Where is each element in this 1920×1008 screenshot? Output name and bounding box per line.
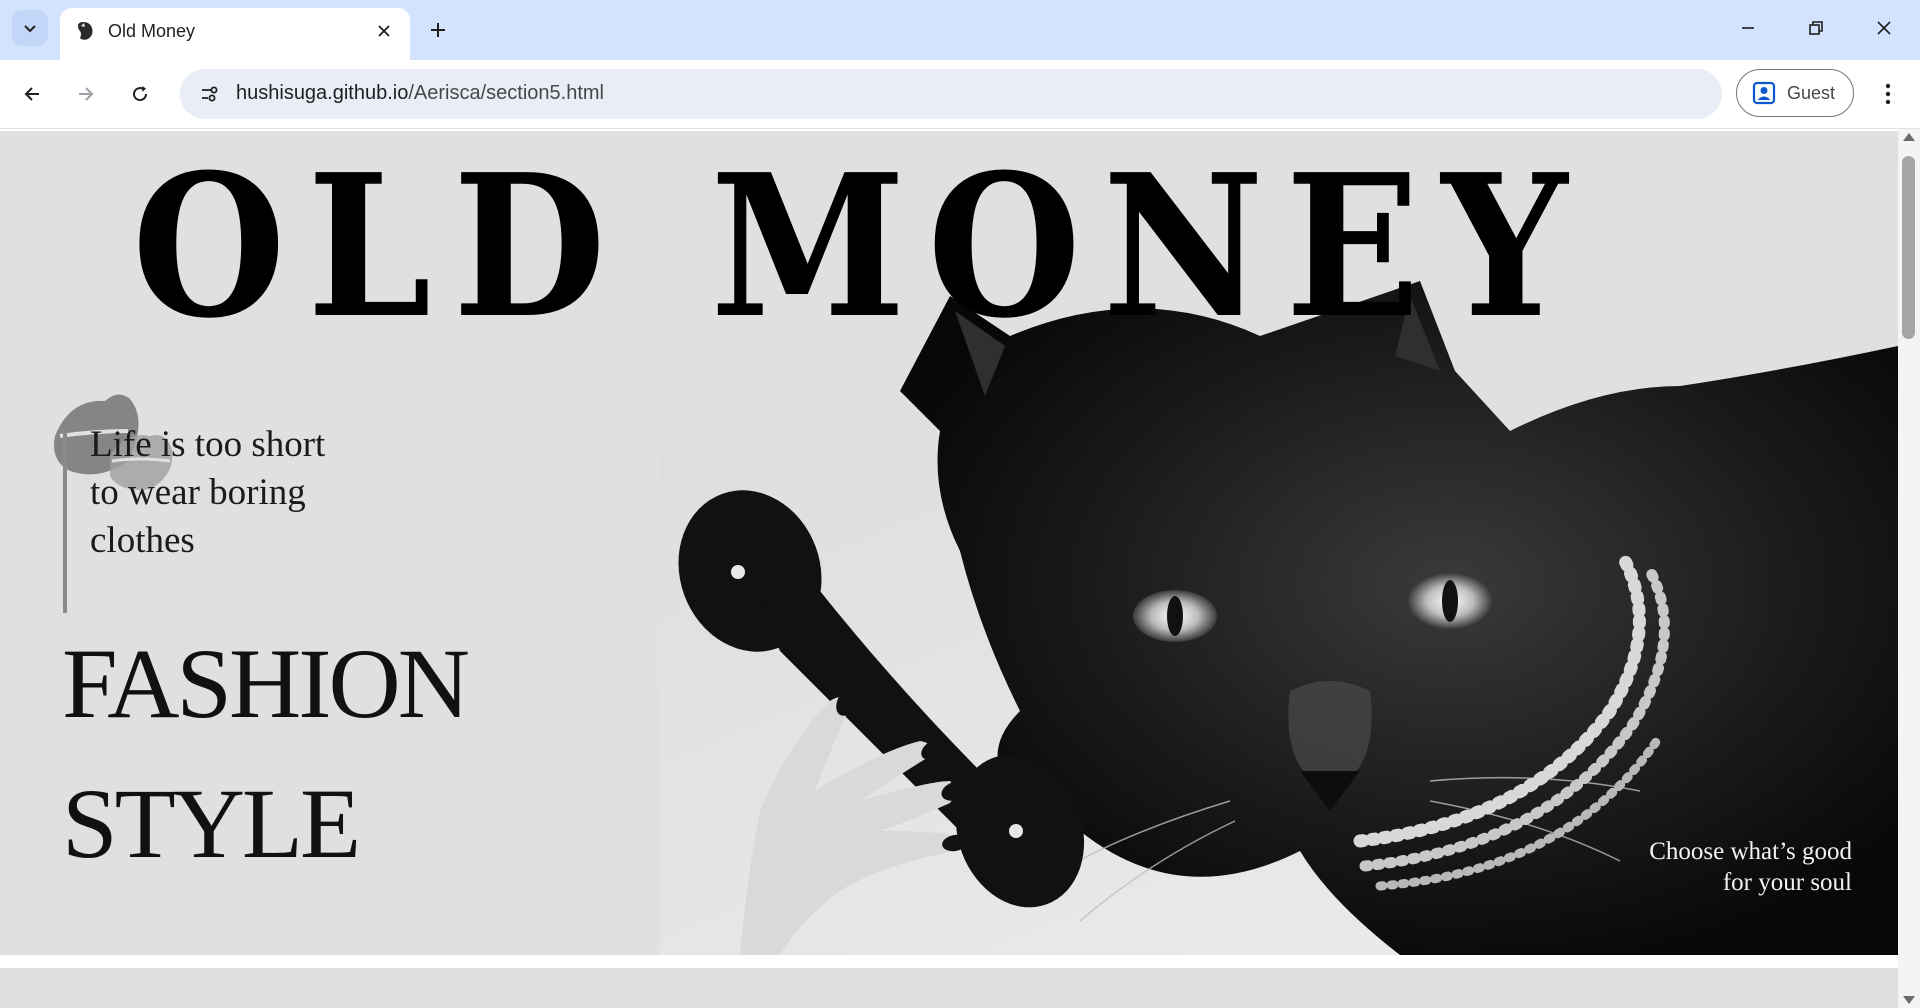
forward-button[interactable] [66,74,106,114]
hero-caption: Choose what’s good for your soul [1649,838,1852,896]
profile-button[interactable]: Guest [1736,69,1854,117]
quote-accent-bar [63,429,67,613]
active-tab[interactable]: Old Money [60,8,410,60]
plus-icon [431,23,445,37]
reload-icon [133,86,148,102]
tab-title: Old Money [108,21,196,41]
page-scrollbar[interactable] [1898,129,1920,1008]
back-icon [24,87,39,101]
page-viewport: OLD MONEY Life is too short to wear bori… [0,129,1898,1008]
window-close-icon [1877,21,1891,35]
tab-close-button[interactable] [370,17,398,45]
style-heading: STYLE [62,768,361,879]
kebab-menu-icon [1885,83,1891,105]
forward-icon [79,87,94,101]
minimize-icon [1742,27,1754,29]
next-section [0,968,1898,1008]
scroll-down-arrow-icon[interactable] [1903,996,1915,1004]
site-info-icon [202,86,218,102]
hero-section: OLD MONEY Life is too short to wear bori… [0,131,1898,955]
new-tab-button[interactable] [420,12,456,48]
site-info-button[interactable] [192,77,226,111]
url-text: hushisuga.github.io/Aerisca/section5.htm… [236,82,604,105]
restore-icon [1809,21,1823,35]
browser-toolbar: hushisuga.github.io/Aerisca/section5.htm… [0,60,1920,129]
close-icon [378,25,390,37]
tab-strip: Old Money [0,0,1920,60]
url-path: /Aerisca/section5.html [408,82,604,104]
scroll-up-arrow-icon[interactable] [1903,133,1915,141]
hero-title: OLD MONEY [132,132,1590,362]
hero-quote: Life is too short to wear boring clothes [90,424,326,561]
address-bar[interactable]: hushisuga.github.io/Aerisca/section5.htm… [180,69,1722,119]
tab-search-button[interactable] [12,10,48,46]
profile-label: Guest [1787,82,1836,103]
minimize-button[interactable] [1722,6,1774,50]
back-button[interactable] [12,74,52,114]
window-close-button[interactable] [1858,6,1910,50]
browser-menu-button[interactable] [1868,74,1908,114]
fashion-heading: FASHION [62,628,470,739]
url-host: hushisuga.github.io [236,82,409,104]
favicon-icon [78,22,93,40]
scroll-thumb[interactable] [1902,156,1915,339]
chevron-down-icon [24,25,36,33]
reload-button[interactable] [120,74,160,114]
restore-button[interactable] [1790,6,1842,50]
profile-icon [1752,81,1776,105]
